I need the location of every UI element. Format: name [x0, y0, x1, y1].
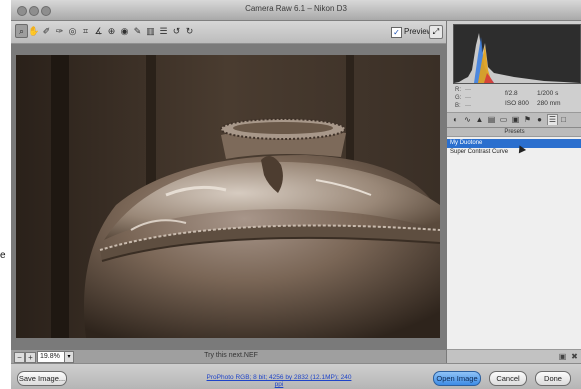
- color-sampler-tool-icon[interactable]: ✑: [54, 25, 65, 37]
- hsl-tab-icon[interactable]: ▤: [487, 115, 496, 125]
- snapshots-tab-icon[interactable]: □: [559, 115, 568, 125]
- rotate-right-icon[interactable]: ↻: [184, 25, 195, 37]
- straighten-tool-icon[interactable]: ∡: [93, 25, 104, 37]
- tone-curve-tab-icon[interactable]: ∿: [463, 115, 472, 125]
- iso-value: ISO 800: [505, 100, 529, 107]
- delete-preset-icon[interactable]: ✖: [570, 352, 579, 361]
- presets-list: My Duotone Super Contrast Curve: [447, 137, 581, 349]
- rotate-left-icon[interactable]: ↺: [171, 25, 182, 37]
- preset-item-super-contrast-curve[interactable]: Super Contrast Curve: [447, 148, 581, 157]
- effects-tab-icon[interactable]: ⚑: [523, 115, 532, 125]
- presets-footer: ▣ ✖: [447, 349, 581, 364]
- preset-label: Super Contrast Curve: [450, 149, 509, 155]
- red-eye-tool-icon[interactable]: ◉: [119, 25, 130, 37]
- zoom-in-button[interactable]: +: [25, 352, 36, 363]
- white-balance-tool-icon[interactable]: ✐: [41, 25, 52, 37]
- b-label: B:: [455, 103, 461, 109]
- done-button[interactable]: Done: [535, 371, 571, 386]
- presets-panel-title: Presets: [447, 128, 581, 137]
- save-image-button[interactable]: Save Image...: [17, 371, 67, 386]
- cancel-button[interactable]: Cancel: [489, 371, 527, 386]
- adjustment-brush-icon[interactable]: ✎: [132, 25, 143, 37]
- g-label: G:: [455, 95, 462, 101]
- histogram-graph: [454, 33, 580, 83]
- lens-corrections-tab-icon[interactable]: ▣: [511, 115, 520, 125]
- preferences-icon[interactable]: ☰: [158, 25, 169, 37]
- adjustments-sidebar: R: --- G: --- B: --- f/2.8 1/200 s ISO 8…: [446, 21, 581, 364]
- spot-removal-tool-icon[interactable]: ⊕: [106, 25, 117, 37]
- zoom-level-field[interactable]: 19.8%: [37, 351, 67, 363]
- zoom-dropdown-icon[interactable]: ▾: [64, 351, 74, 363]
- status-bar: − + 19.8% ▾ Try this next.NEF: [11, 349, 446, 364]
- new-preset-icon[interactable]: ▣: [558, 352, 567, 361]
- r-label: R:: [455, 87, 461, 93]
- urn-photo: [16, 55, 440, 338]
- full-screen-toggle-icon[interactable]: ⤢: [429, 25, 443, 39]
- detail-tab-icon[interactable]: ▲: [475, 115, 484, 125]
- title-bar: Camera Raw 6.1 – Nikon D3: [11, 0, 581, 21]
- presets-tab-icon[interactable]: ☰: [547, 114, 558, 125]
- focal-length-value: 280 mm: [537, 100, 561, 107]
- camera-raw-window: Camera Raw 6.1 – Nikon D3 ⌕ ✋ ✐ ✑ ◎ ⌗ ∡ ⊕ ◉ ✎ ▥ ☰ ↺ ↻…: [11, 0, 581, 389]
- targeted-adjustment-tool-icon[interactable]: ◎: [67, 25, 78, 37]
- basic-tab-icon[interactable]: ◐: [451, 115, 460, 125]
- preset-item-my-duotone[interactable]: My Duotone: [447, 139, 581, 154]
- toolbar: ⌕ ✋ ✐ ✑ ◎ ⌗ ∡ ⊕ ◉ ✎ ▥ ☰ ↺ ↻ ✓ Preview ⤢: [11, 21, 446, 44]
- camera-calibration-tab-icon[interactable]: ●: [535, 115, 544, 125]
- preset-label: My Duotone: [450, 140, 483, 146]
- b-value: ---: [465, 103, 471, 109]
- crop-tool-icon[interactable]: ⌗: [80, 25, 91, 37]
- histogram: [453, 24, 581, 84]
- shutter-value: 1/200 s: [537, 90, 559, 97]
- aperture-value: f/2.8: [505, 90, 518, 97]
- open-image-button[interactable]: Open Image: [433, 371, 481, 386]
- preview-canvas[interactable]: [11, 44, 446, 349]
- external-text-fragment: e: [0, 250, 6, 261]
- bottom-bar: Save Image... ProPhoto RGB; 8 bit; 4256 …: [11, 363, 581, 389]
- graduated-filter-icon[interactable]: ▥: [145, 25, 156, 37]
- workflow-options-link[interactable]: ProPhoto RGB; 8 bit; 4256 by 2832 (12.1M…: [204, 374, 354, 388]
- r-value: ---: [465, 87, 471, 93]
- hand-tool-icon[interactable]: ✋: [28, 25, 39, 37]
- filename-label: Try this next.NEF: [204, 352, 258, 359]
- split-toning-tab-icon[interactable]: ▭: [499, 115, 508, 125]
- rgb-readout: R: --- G: --- B: --- f/2.8 1/200 s ISO 8…: [447, 84, 581, 113]
- panel-tabs: ◐ ∿ ▲ ▤ ▭ ▣ ⚑ ● ☰ □: [447, 113, 581, 128]
- photo-preview[interactable]: [16, 55, 440, 338]
- window-title: Camera Raw 6.1 – Nikon D3: [245, 4, 347, 13]
- preview-checkbox[interactable]: ✓: [391, 27, 402, 38]
- g-value: ---: [465, 95, 471, 101]
- zoom-out-button[interactable]: −: [14, 352, 25, 363]
- zoom-tool-icon[interactable]: ⌕: [15, 24, 28, 38]
